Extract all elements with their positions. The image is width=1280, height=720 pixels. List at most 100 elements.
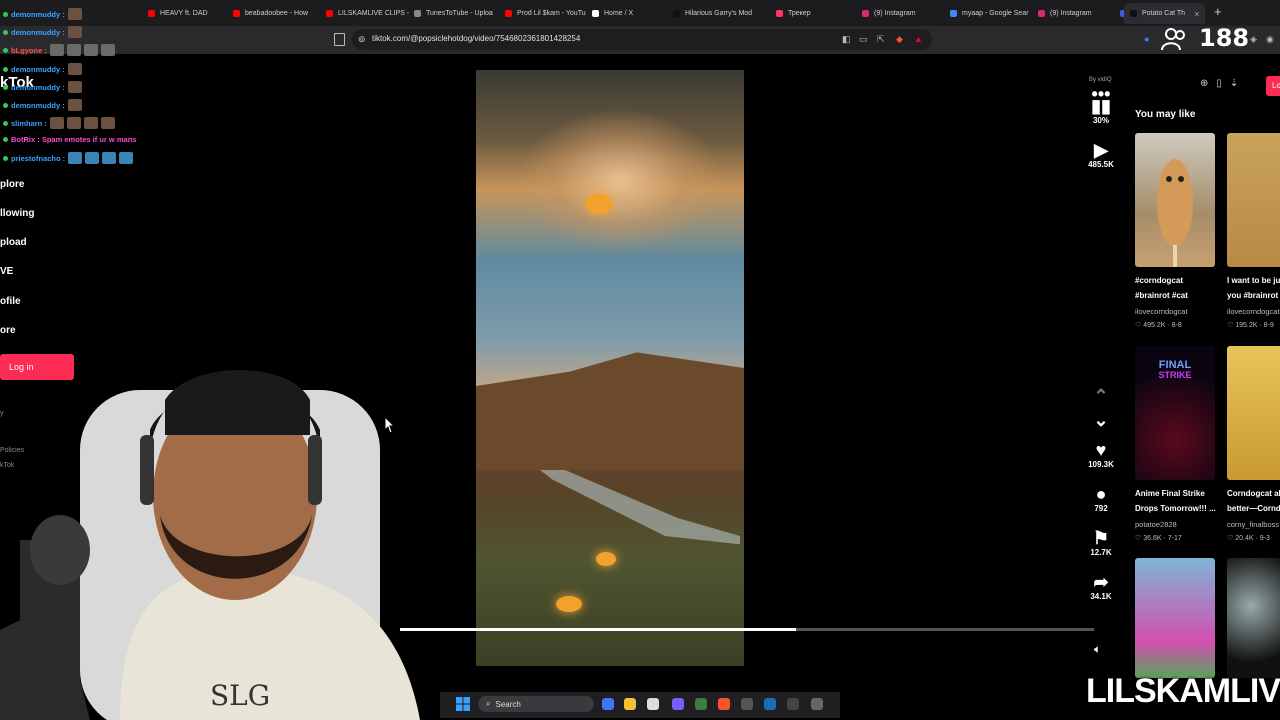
video-leaf	[596, 552, 616, 566]
browser-tab[interactable]: myaap - Google Sear	[950, 5, 1029, 21]
chat-emote-icon	[67, 81, 82, 93]
app-icon[interactable]	[695, 698, 707, 710]
chat-emote-icon	[49, 44, 64, 56]
like-button[interactable]: ♥ 109.3K	[1086, 440, 1116, 469]
nav-item[interactable]: VE	[0, 266, 13, 277]
svg-text:SLG: SLG	[210, 679, 270, 712]
chat-username: demonmuddy :	[11, 27, 65, 37]
browser-tab[interactable]: (9) Instagram	[1038, 5, 1092, 21]
steam-icon[interactable]	[764, 698, 776, 710]
site-info-icon[interactable]: ⊚	[358, 34, 366, 45]
bookmark-icon[interactable]	[334, 33, 345, 46]
tab-favicon-icon	[326, 9, 333, 17]
browser-tab[interactable]: Трекер	[776, 5, 811, 21]
tab-favicon-icon	[950, 9, 957, 17]
chat-username: demonmuddy :	[11, 100, 65, 110]
card-thumbnail[interactable]	[1227, 558, 1280, 678]
streamer-watermark: LILSKAMLIVE	[1086, 672, 1280, 710]
browser-tab[interactable]: Potato Cat Th ×	[1124, 3, 1206, 24]
stats-button[interactable]: ▮▮ 30%	[1086, 96, 1116, 125]
chat-message: BotRix : Spam emotes if ur w mans	[3, 135, 136, 144]
browser-tab[interactable]: TunesToTube - Uploa	[414, 5, 493, 21]
tab-label: myaap - Google Sear	[962, 9, 1029, 17]
chat-message: demonmuddy :	[3, 63, 82, 75]
chat-username: bLgyone :	[11, 45, 47, 55]
mute-tab-icon[interactable]: ◧	[842, 34, 851, 45]
nav-item[interactable]: ore	[0, 325, 16, 336]
app-icon[interactable]	[787, 698, 799, 710]
nav-item[interactable]: plore	[0, 179, 24, 190]
card-thumbnail[interactable]: FINAL STRIKE	[1135, 346, 1215, 480]
taskbar-search[interactable]: ⌕ Search	[478, 696, 594, 712]
brave-shield-icon[interactable]: ◆	[896, 34, 903, 45]
card-user[interactable]: corny_finalboss	[1227, 520, 1279, 529]
vidiq-icon[interactable]: ⊕	[1200, 78, 1208, 96]
card-title[interactable]: #corndogcat #brainrot #cat	[1135, 273, 1219, 303]
card-user[interactable]: ilovecorndogcat	[1227, 307, 1280, 316]
card-title[interactable]: Corndogcat al better—Corndo	[1227, 486, 1280, 516]
play-button[interactable]: ▶ 485.5K	[1086, 140, 1116, 169]
discord-icon[interactable]	[672, 698, 684, 710]
vpn-icon[interactable]: ●	[1144, 34, 1149, 44]
browser-tab[interactable]: (9) Instagram	[862, 5, 916, 21]
chat-emote-icon	[67, 8, 82, 20]
card-title[interactable]: I want to be ju you #brainrot	[1227, 273, 1280, 303]
stream-chat-overlay: demonmuddy : demonmuddy : bLgyone : demonmu…	[0, 0, 160, 170]
sidebar-top-icons: ⊕ ▯ ⇣	[1200, 78, 1238, 96]
close-tab-icon[interactable]: ×	[1194, 9, 1199, 19]
tab-label: HEAVY ft. DAD	[160, 9, 208, 17]
share-icon[interactable]: ⇱	[877, 34, 885, 45]
device-icon[interactable]: ▯	[1216, 78, 1222, 96]
card-user[interactable]: potatoe2828	[1135, 520, 1177, 529]
wallet-icon[interactable]: ◉	[1266, 34, 1274, 45]
chat-emote-icon	[66, 44, 81, 56]
chat-badge-icon	[3, 120, 8, 126]
chat-badge-icon	[3, 47, 8, 53]
cast-icon[interactable]: ▭	[859, 34, 868, 45]
chevron-down-icon: ⌄	[1093, 410, 1109, 430]
search-icon: ⌕	[486, 699, 491, 708]
card-thumbnail[interactable]	[1135, 133, 1215, 267]
card-title[interactable]: Anime Final Strike Drops Tomorrow!!! ...	[1135, 486, 1219, 516]
card-thumbnail[interactable]	[1135, 558, 1215, 678]
chat-emote-icon	[49, 117, 64, 129]
browser-tab[interactable]: Prod Lil $kam - YouTu	[505, 5, 586, 21]
vidiq-label: By vidIQ	[1089, 77, 1112, 83]
chat-username: priestofnacho :	[11, 153, 66, 163]
share-button[interactable]: ➦ 34.1K	[1086, 572, 1116, 601]
card-thumbnail[interactable]	[1227, 346, 1280, 480]
browser-tab[interactable]: Hilarious Garry's Mod	[673, 5, 752, 21]
file-explorer-icon[interactable]	[624, 698, 636, 710]
card-stats: ♡ 495.2K · 8-8	[1135, 322, 1182, 329]
obs-icon[interactable]	[741, 698, 753, 710]
browser-tab[interactable]: Home / X	[592, 5, 633, 21]
chat-message: demonmuddy :	[3, 8, 82, 20]
brave-icon[interactable]	[718, 698, 730, 710]
browser-tab[interactable]: LILSKAMLIVE CLIPS -	[326, 5, 409, 21]
tab-favicon-icon	[776, 9, 783, 17]
edge-icon[interactable]	[602, 698, 614, 710]
card-thumbnail[interactable]	[1227, 133, 1280, 267]
volume-icon[interactable]: 🔈︎	[1094, 642, 1101, 657]
url-text[interactable]: tiktok.com/@popsiclehotdog/video/7546802…	[372, 34, 580, 43]
nav-item[interactable]: ofile	[0, 296, 21, 307]
store-icon[interactable]	[647, 698, 659, 710]
svg-text:STRIKE: STRIKE	[1158, 370, 1191, 380]
extensions-icon[interactable]: ◈	[1250, 34, 1257, 45]
nav-item[interactable]: pload	[0, 237, 27, 248]
app-icon[interactable]	[811, 698, 823, 710]
card-user[interactable]: ilovecorndogcat	[1135, 307, 1188, 316]
new-tab-button[interactable]: +	[1214, 4, 1222, 19]
chat-message: demonmuddy :	[3, 26, 82, 38]
next-video-button[interactable]: ⌄	[1086, 410, 1116, 430]
top-login-button[interactable]: Lo	[1266, 76, 1280, 96]
download-icon[interactable]: ⇣	[1230, 78, 1238, 96]
comments-count: 792	[1094, 504, 1108, 513]
comment-button[interactable]: ● 792	[1086, 484, 1116, 513]
windows-start-icon[interactable]	[456, 697, 470, 711]
save-button[interactable]: ⚑ 12.7K	[1086, 528, 1116, 557]
prev-video-button[interactable]: ⌃	[1086, 386, 1116, 406]
extension-icon[interactable]: ▲	[914, 34, 923, 44]
browser-tab[interactable]: beabadoobee - How	[233, 5, 308, 21]
nav-item[interactable]: llowing	[0, 208, 34, 219]
